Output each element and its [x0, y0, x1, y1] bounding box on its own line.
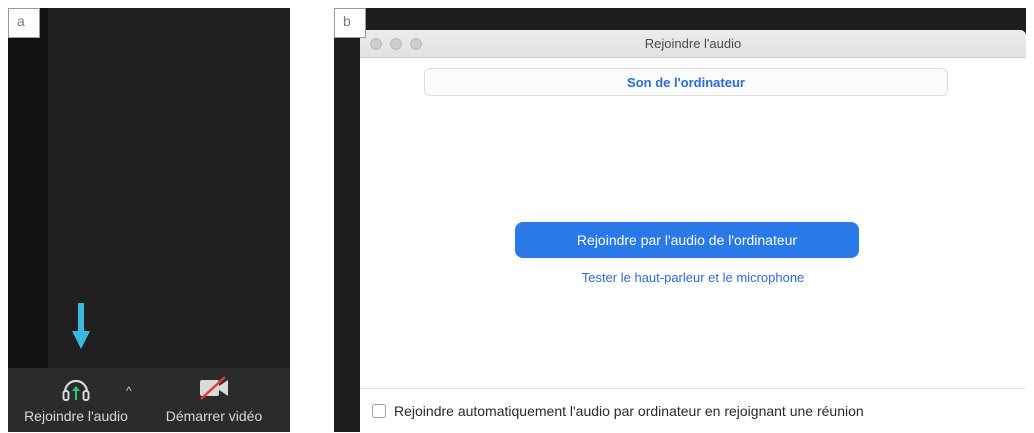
- down-arrow-icon: [72, 303, 90, 349]
- panel-a-tag: a: [8, 8, 40, 38]
- panel-b-tag: b: [334, 8, 366, 38]
- join-audio-panel: Rejoindre l'audio Son de l'ordinateur Re…: [334, 8, 1026, 432]
- start-video-button[interactable]: Démarrer vidéo: [148, 372, 280, 430]
- start-video-label: Démarrer vidéo: [165, 408, 263, 424]
- tab-computer-audio[interactable]: Son de l'ordinateur: [424, 68, 948, 96]
- headphones-icon: [62, 379, 90, 401]
- auto-join-audio-checkbox[interactable]: [372, 404, 386, 418]
- audio-options-caret[interactable]: ^: [126, 384, 132, 398]
- auto-join-audio-label: Rejoindre automatiquement l'audio par or…: [394, 403, 864, 419]
- meeting-toolbar: Rejoindre l'audio ^ Démarrer vidéo: [8, 368, 290, 432]
- tab-computer-audio-label: Son de l'ordinateur: [627, 74, 745, 90]
- test-speaker-mic-link[interactable]: Tester le haut-parleur et le microphone: [360, 270, 1026, 285]
- join-audio-button[interactable]: Rejoindre l'audio: [12, 372, 140, 430]
- window-title: Rejoindre l'audio: [644, 36, 742, 51]
- side-strip: [8, 8, 48, 368]
- join-computer-audio-button[interactable]: Rejoindre par l'audio de l'ordinateur: [515, 222, 859, 258]
- dialog-footer: Rejoindre automatiquement l'audio par or…: [360, 388, 1026, 432]
- title-bar: Rejoindre l'audio: [360, 30, 1026, 58]
- join-audio-dialog: Rejoindre l'audio Son de l'ordinateur Re…: [360, 30, 1026, 432]
- video-off-icon: [200, 376, 228, 400]
- join-audio-label: Rejoindre l'audio: [24, 408, 128, 424]
- zoom-meeting-panel: Rejoindre l'audio ^ Démarrer vidéo: [8, 8, 290, 432]
